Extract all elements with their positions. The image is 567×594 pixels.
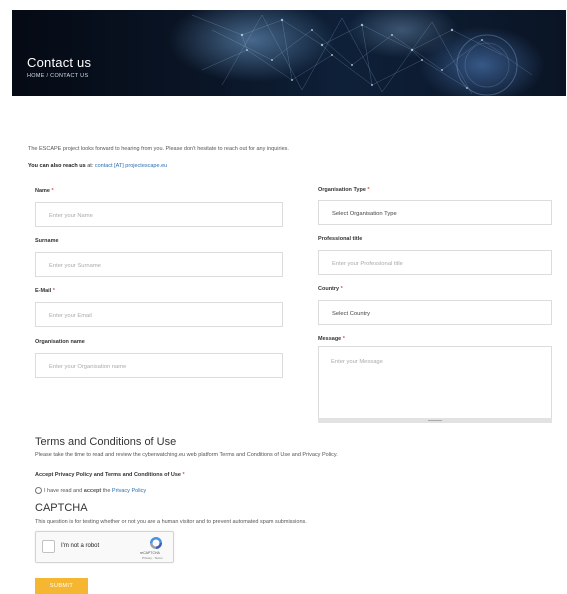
professional-title-input[interactable]: Enter your Professional title bbox=[318, 250, 552, 275]
email-input[interactable]: Enter your Email bbox=[35, 302, 283, 327]
privacy-policy-link[interactable]: Privacy Policy bbox=[112, 488, 146, 494]
accept-terms-label: Accept Privacy Policy and Terms and Cond… bbox=[35, 472, 185, 478]
submit-button[interactable]: SUBMIT bbox=[35, 578, 88, 594]
reach-us-line: You can also reach us at: contact [AT] p… bbox=[28, 163, 167, 169]
recaptcha-privacy-terms[interactable]: Privacy - Terms bbox=[142, 556, 163, 560]
accept-privacy-checkbox[interactable] bbox=[35, 487, 42, 494]
professional-title-label: Professional title bbox=[318, 236, 363, 242]
recaptcha-brand: reCAPTCHA bbox=[140, 551, 160, 555]
captcha-heading: CAPTCHA bbox=[35, 502, 88, 514]
terms-heading: Terms and Conditions of Use bbox=[35, 436, 177, 448]
organisation-type-label: Organisation Type * bbox=[318, 187, 370, 193]
recaptcha-checkbox[interactable] bbox=[42, 540, 55, 553]
resize-handle-icon bbox=[428, 420, 442, 421]
surname-label: Surname bbox=[35, 238, 59, 244]
terms-text: Please take the time to read and review … bbox=[35, 452, 338, 458]
textarea-resize-bar[interactable] bbox=[318, 418, 552, 423]
country-label: Country * bbox=[318, 286, 343, 292]
contact-email-link[interactable]: contact [AT] projectescape.eu bbox=[95, 163, 167, 169]
surname-input[interactable]: Enter your Surname bbox=[35, 252, 283, 277]
country-select[interactable]: Select Country bbox=[318, 300, 552, 325]
recaptcha-widget: I'm not a robot reCAPTCHA Privacy - Term… bbox=[35, 531, 174, 563]
name-input[interactable]: Enter your Name bbox=[35, 202, 283, 227]
breadcrumb: HOME / CONTACT US bbox=[27, 73, 89, 79]
name-label: Name * bbox=[35, 188, 54, 194]
organisation-name-label: Organisation name bbox=[35, 339, 85, 345]
message-label: Message * bbox=[318, 336, 345, 342]
recaptcha-logo-icon bbox=[150, 537, 162, 549]
email-label: E-Mail * bbox=[35, 288, 55, 294]
organisation-type-select[interactable]: Select Organisation Type bbox=[318, 200, 552, 225]
recaptcha-label: I'm not a robot bbox=[61, 543, 100, 549]
reach-us-at: at: bbox=[85, 163, 95, 169]
message-textarea[interactable]: Enter your Message bbox=[318, 346, 552, 421]
accept-privacy-row: I have read and accept the Privacy Polic… bbox=[35, 487, 146, 494]
organisation-name-input[interactable]: Enter your Organisation name bbox=[35, 353, 283, 378]
network-graphic bbox=[191, 14, 533, 96]
captcha-text: This question is for testing whether or … bbox=[35, 519, 307, 525]
page-title: Contact us bbox=[27, 55, 92, 70]
page-banner: Contact us HOME / CONTACT US bbox=[12, 10, 566, 96]
intro-text: The ESCAPE project looks forward to hear… bbox=[28, 146, 289, 152]
reach-us-label: You can also reach us bbox=[28, 163, 86, 169]
